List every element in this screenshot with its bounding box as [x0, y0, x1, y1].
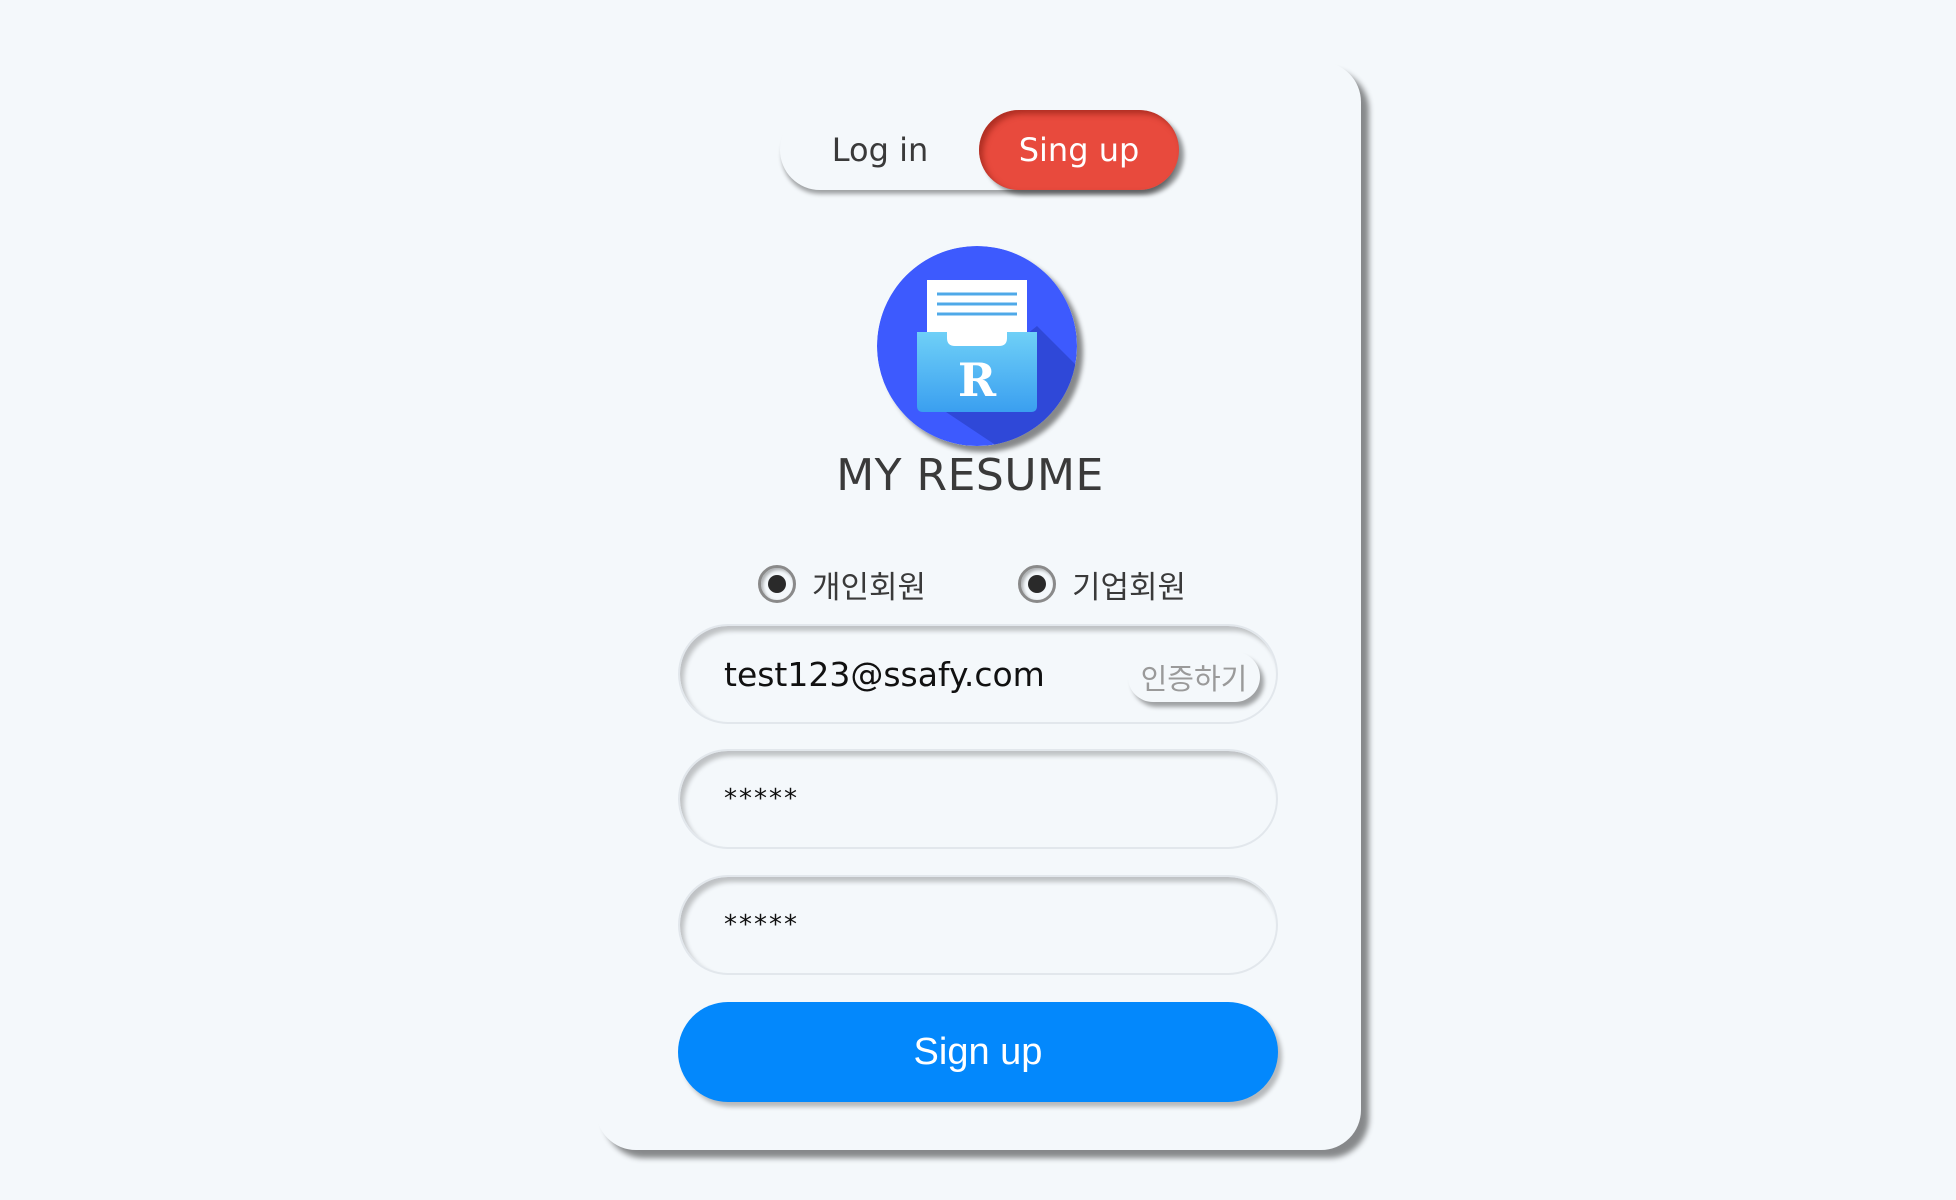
radio-personal-label: 개인회원 [812, 569, 927, 606]
password-confirm-input[interactable] [724, 877, 1204, 973]
login-tab[interactable]: Log in [780, 110, 980, 190]
resume-folder-icon: R [877, 246, 1077, 446]
radio-personal-member[interactable]: 개인회원 [758, 562, 926, 606]
email-input[interactable] [724, 626, 1084, 722]
verify-email-button[interactable]: 인증하기 [1128, 652, 1260, 702]
password-confirm-field [678, 875, 1278, 975]
password-field [678, 749, 1278, 849]
radio-selected-icon[interactable] [1018, 565, 1056, 603]
email-field: 인증하기 [678, 624, 1278, 724]
radio-company-label: 기업회원 [1072, 569, 1187, 606]
app-logo: R [877, 246, 1077, 446]
page: Log in Sing up R MY RESUME 개인회원 기업회원 tes… [0, 0, 1956, 1200]
radio-company-member[interactable]: 기업회원 [1018, 562, 1186, 606]
signup-card [596, 62, 1361, 1150]
logo-letter: R [958, 353, 997, 407]
radio-selected-icon[interactable] [758, 565, 796, 603]
auth-toggle: Log in Sing up [780, 110, 1179, 190]
password-input[interactable] [724, 751, 1204, 847]
app-title: MY RESUME [836, 450, 1104, 501]
signup-submit-button[interactable]: Sign up [678, 1002, 1278, 1102]
signup-tab[interactable]: Sing up [979, 110, 1179, 190]
